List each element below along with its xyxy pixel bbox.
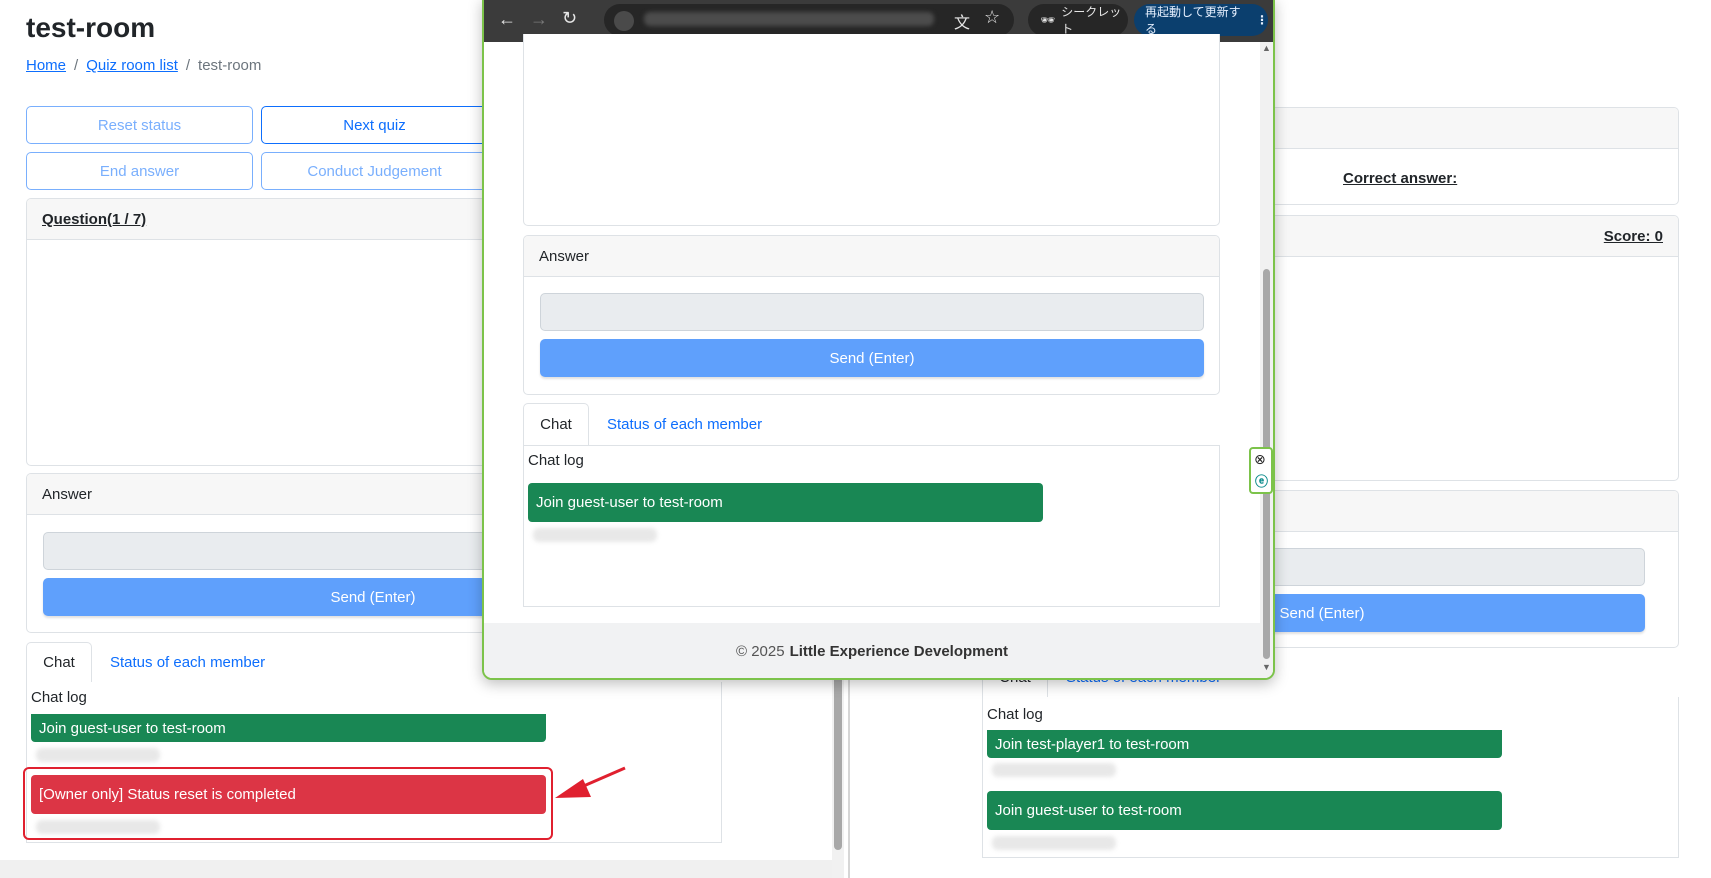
popup-browser-window: ← → ↻ 文 ☆ 🕶 シークレット 再起動して更新する ⋮ Answer Se… (482, 0, 1275, 680)
restart-update-label: 再起動して更新する (1145, 5, 1241, 36)
incognito-badge[interactable]: 🕶 シークレット (1028, 4, 1128, 36)
breadcrumb-separator: / (185, 57, 191, 74)
breadcrumb: Home / Quiz room list / test-room (26, 57, 261, 74)
star-icon[interactable]: ☆ (984, 7, 1000, 28)
chat-log-label: Chat log (31, 689, 87, 706)
popup-scrollbar[interactable]: ▲ ▼ (1260, 42, 1273, 678)
breadcrumb-current: test-room (198, 57, 262, 74)
score-label: Score: 0 (1603, 227, 1663, 245)
breadcrumb-separator: / (74, 57, 79, 74)
popup-question-card-body (523, 34, 1220, 226)
right-chat-log-label: Chat log (987, 706, 1043, 723)
forward-arrow-icon[interactable]: → (530, 9, 548, 30)
highlight-box (23, 767, 553, 840)
blurred-url (644, 12, 934, 26)
correct-answer-label: Correct answer: (1343, 170, 1458, 187)
reset-status-button[interactable]: Reset status (26, 106, 253, 144)
red-arrow-icon (555, 766, 626, 798)
question-title: Question(1 / 7) (42, 210, 147, 228)
popup-answer-card: Answer Send (Enter) (523, 235, 1220, 395)
breadcrumb-home-link[interactable]: Home (26, 57, 66, 74)
more-icon: ⋮ (1256, 13, 1268, 27)
popup-answer-card-header: Answer (524, 236, 1219, 277)
restart-update-button[interactable]: 再起動して更新する ⋮ (1134, 4, 1268, 36)
scroll-up-icon[interactable]: ▲ (1262, 43, 1271, 53)
left-bottom-bar (0, 860, 832, 878)
conduct-judgement-button[interactable]: Conduct Judgement (261, 152, 488, 190)
close-circle-icon[interactable]: ⊗ (1254, 451, 1266, 468)
right-chat-message: Join test-player1 to test-room (987, 730, 1502, 758)
footer-company: Little Experience Development (789, 643, 1008, 660)
back-arrow-icon[interactable]: ← (498, 9, 516, 30)
popup-tab-status-of-each-member[interactable]: Status of each member (607, 403, 762, 446)
footer-copyright: © 2025 (736, 643, 785, 660)
tab-chat[interactable]: Chat (26, 642, 92, 683)
incognito-icon: 🕶 (1040, 13, 1056, 27)
chat-message-timestamp (992, 763, 1116, 777)
page-title: test-room (26, 12, 156, 43)
popup-answer-input[interactable] (540, 293, 1204, 331)
chat-message-timestamp (36, 748, 160, 762)
translate-icon[interactable]: 文 (954, 9, 970, 33)
extension-icon[interactable]: ⓔ (1255, 471, 1268, 490)
chat-message-timestamp (992, 836, 1116, 850)
right-chat-panel (982, 697, 1679, 858)
end-answer-button[interactable]: End answer (26, 152, 253, 190)
extension-widget: ⊗ ⓔ (1249, 447, 1273, 494)
popup-tab-chat[interactable]: Chat (523, 403, 589, 446)
reload-icon[interactable]: ↻ (562, 8, 577, 29)
breadcrumb-quiz-room-list-link[interactable]: Quiz room list (86, 57, 178, 74)
right-chat-message: Join guest-user to test-room (987, 791, 1502, 830)
chat-message: Join guest-user to test-room (31, 714, 546, 742)
popup-send-button[interactable]: Send (Enter) (540, 339, 1204, 377)
site-info-icon[interactable] (614, 11, 634, 31)
popup-chat-log-label: Chat log (528, 452, 584, 469)
left-scrollbar-thumb[interactable] (834, 672, 842, 850)
next-quiz-button[interactable]: Next quiz (261, 106, 488, 144)
incognito-label: シークレット (1061, 5, 1122, 36)
tab-status-of-each-member[interactable]: Status of each member (110, 642, 265, 683)
popup-footer: © 2025 Little Experience Development (484, 623, 1260, 678)
popup-chat-message: Join guest-user to test-room (528, 483, 1043, 522)
scroll-down-icon[interactable]: ▼ (1262, 662, 1271, 672)
chat-message-timestamp (533, 528, 657, 542)
popup-chat-panel (523, 445, 1220, 607)
